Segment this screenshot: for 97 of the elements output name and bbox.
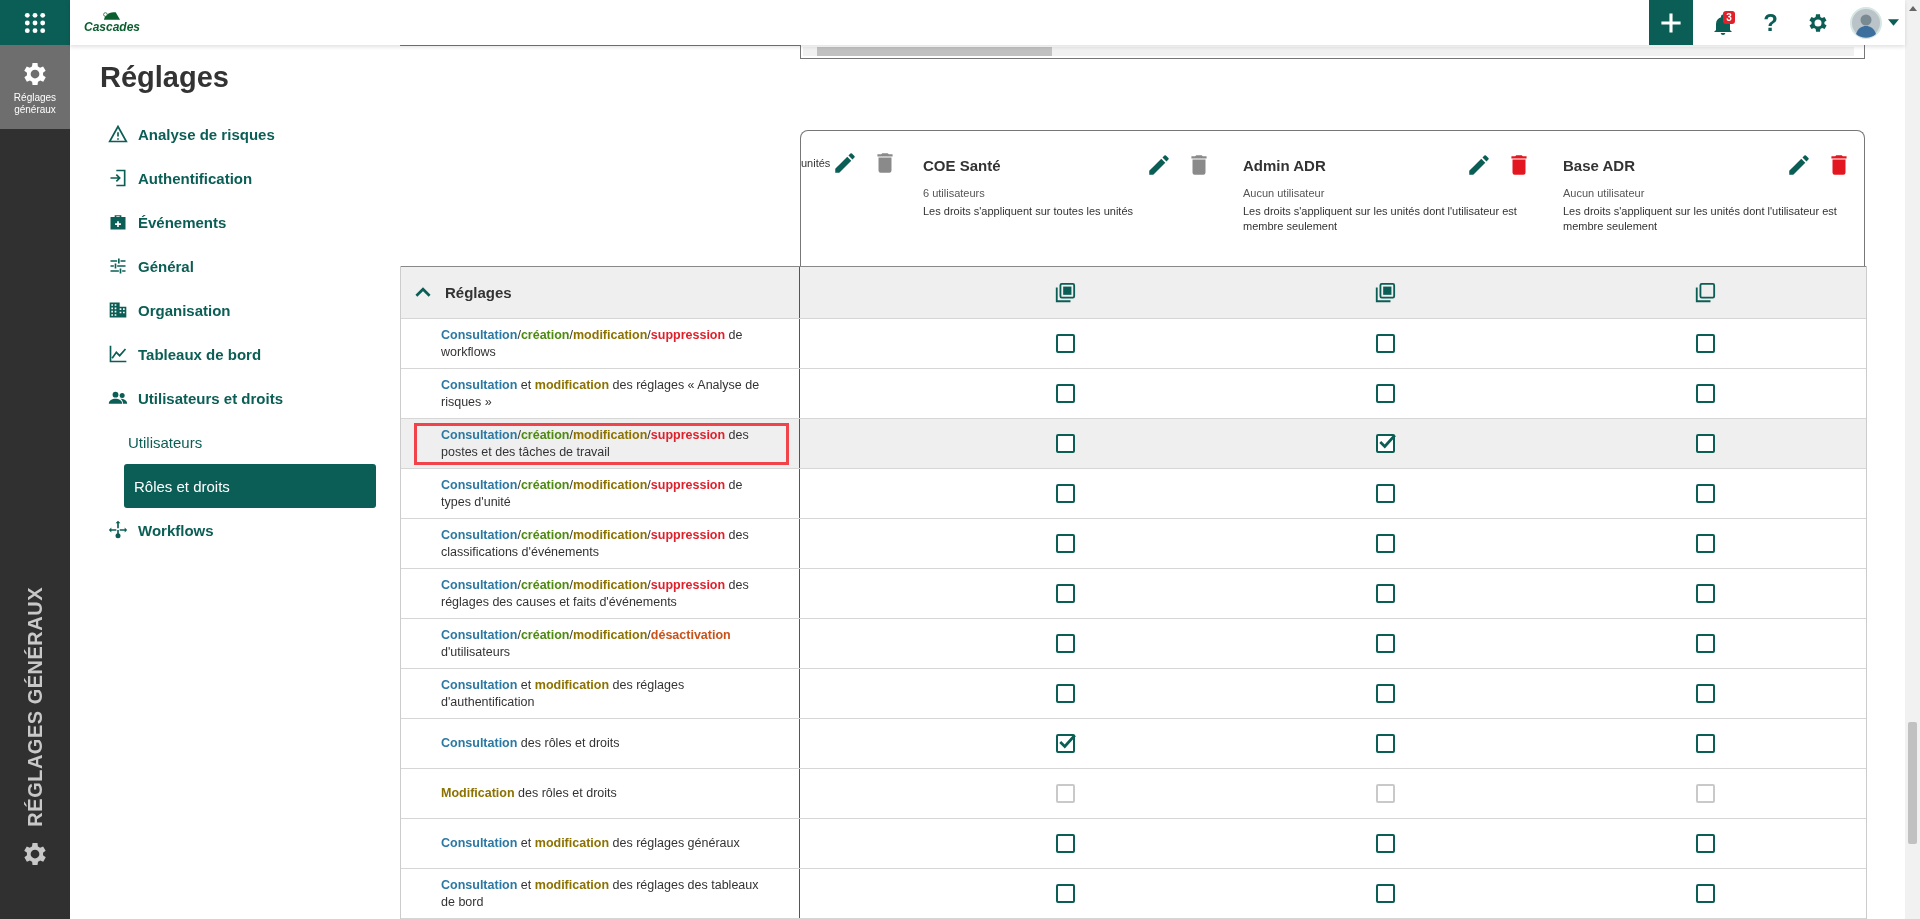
checkbox[interactable] xyxy=(1695,884,1715,903)
scrollbar-thumb[interactable] xyxy=(1908,722,1917,844)
app-grid-icon[interactable] xyxy=(24,11,46,34)
checkbox[interactable] xyxy=(1375,534,1395,553)
checkbox[interactable] xyxy=(1055,334,1075,353)
checkbox[interactable] xyxy=(1375,634,1395,653)
role-scope: Les droits s'appliquent sur les unités dont l'utilisateur est membre seulement xyxy=(1243,204,1518,234)
checkbox[interactable] xyxy=(1375,384,1395,403)
user-count: 6 utilisateurs xyxy=(923,187,986,199)
role-name: Base ADR xyxy=(1563,156,1635,174)
nav-item[interactable]: Workflows xyxy=(100,508,400,552)
nav-item[interactable]: Tableaux de bord xyxy=(100,332,400,376)
edit-icon[interactable] xyxy=(1466,152,1492,178)
checkbox[interactable] xyxy=(1695,534,1715,553)
permission-label: Consultation et modification des réglages d'authentification xyxy=(440,676,686,711)
permission-label: Consultation/création/modification/suppression des classifications d'événements xyxy=(440,526,750,561)
medkit-icon xyxy=(108,212,128,232)
nav-subitem[interactable]: Rôles et droits xyxy=(124,464,376,508)
checkbox[interactable] xyxy=(1055,584,1075,603)
checkbox[interactable] xyxy=(1375,684,1395,703)
checkbox[interactable] xyxy=(1375,484,1395,503)
checkbox[interactable] xyxy=(1055,884,1075,903)
user-count: Aucun utilisateur xyxy=(1563,187,1646,199)
checkbox[interactable] xyxy=(1695,584,1715,603)
rail-item[interactable]: Réglages généraux xyxy=(0,45,70,129)
warning-icon xyxy=(108,124,128,144)
permission-label: Modification des rôles et droits xyxy=(440,785,618,802)
edit-icon[interactable] xyxy=(1146,152,1172,178)
checkbox[interactable] xyxy=(1055,484,1075,503)
checkbox[interactable] xyxy=(1055,634,1075,653)
nav-item[interactable]: Événements xyxy=(100,200,400,244)
page-title: Réglages xyxy=(100,61,230,94)
permission-label: Consultation et modification des réglages des tableaux de bord xyxy=(440,876,760,911)
role-scope: Les droits s'appliquent sur les unités dont l'utilisateur est membre seulement xyxy=(1563,204,1838,234)
role-name: Admin ADR xyxy=(1243,156,1326,174)
permission-label: Consultation et modification des réglages généraux xyxy=(440,835,741,852)
permission-label: Consultation/création/modification/suppression des réglages des causes et faits d'événements xyxy=(440,576,750,611)
checkbox[interactable] xyxy=(1695,634,1715,653)
nav-item[interactable]: Analyse de risques xyxy=(100,112,400,156)
permission-label: Consultation/création/modification/suppression des postes et des tâches de travail xyxy=(414,422,789,465)
checkbox[interactable] xyxy=(1375,584,1395,603)
role-scope: unités xyxy=(801,156,831,171)
nav-item[interactable]: Authentification xyxy=(100,156,400,200)
checkbox[interactable] xyxy=(1375,434,1395,453)
checkbox[interactable] xyxy=(1695,484,1715,503)
add-button[interactable] xyxy=(1649,0,1694,45)
caret-icon[interactable] xyxy=(1888,19,1899,26)
checkbox[interactable] xyxy=(1055,684,1075,703)
section-title: RÉGLAGES GÉNÉRAUX xyxy=(23,587,47,827)
vertical-scrollbar[interactable] xyxy=(1905,0,1920,919)
select-all-icon[interactable] xyxy=(1054,281,1076,304)
nav-item[interactable]: Organisation xyxy=(100,288,400,332)
nav-item[interactable]: Général xyxy=(100,244,400,288)
logo-text[interactable]: Cascades xyxy=(84,21,141,34)
nav-subitem[interactable]: Utilisateurs xyxy=(100,420,376,464)
checkbox[interactable] xyxy=(1055,834,1075,853)
section-title: Réglages xyxy=(445,284,512,301)
user-count: Aucun utilisateur xyxy=(1243,187,1326,199)
logo-icon[interactable] xyxy=(101,11,123,21)
collapse-icon[interactable] xyxy=(415,287,431,298)
up-arrow-icon[interactable] xyxy=(1909,6,1917,11)
select-all-icon[interactable] xyxy=(1374,281,1396,304)
permission-label: Consultation/création/modification/désactivation d'utilisateurs xyxy=(440,626,732,661)
role-scope: Les droits s'appliquent sur toutes les unités xyxy=(923,204,1134,219)
sliders-icon xyxy=(108,256,128,276)
checkbox[interactable] xyxy=(1695,434,1715,453)
notification-badge: 3 xyxy=(1723,10,1735,24)
checkbox[interactable] xyxy=(1375,884,1395,903)
permission-label: Consultation/création/modification/suppression de types d'unité xyxy=(440,476,744,511)
checkbox[interactable] xyxy=(1055,384,1075,403)
help-button[interactable]: ? xyxy=(1763,8,1778,37)
checkbox[interactable] xyxy=(1375,834,1395,853)
checkbox[interactable] xyxy=(1055,534,1075,553)
horizontal-scrollbar[interactable] xyxy=(803,47,1854,56)
select-all-icon[interactable] xyxy=(1694,281,1716,304)
flow-icon xyxy=(108,520,128,540)
role-name: COE Santé xyxy=(923,156,1001,174)
checkbox[interactable] xyxy=(1695,334,1715,353)
chart-icon xyxy=(108,344,128,364)
checkbox[interactable] xyxy=(1375,334,1395,353)
checkbox[interactable] xyxy=(1055,434,1075,453)
plus-icon xyxy=(1659,10,1684,35)
permission-label: Consultation des rôles et droits xyxy=(440,735,621,752)
edit-icon[interactable] xyxy=(1786,152,1812,178)
permission-label: Consultation et modification des réglages « Analyse de risques » xyxy=(440,376,761,411)
edit-icon[interactable] xyxy=(832,150,858,176)
checkbox[interactable] xyxy=(1695,684,1715,703)
login-icon xyxy=(108,168,128,188)
checkbox[interactable] xyxy=(1695,734,1715,753)
nav-item[interactable]: Utilisateurs et droits xyxy=(100,376,400,420)
checkbox[interactable] xyxy=(1695,834,1715,853)
checkbox[interactable] xyxy=(1695,384,1715,403)
avatar[interactable] xyxy=(1850,6,1882,39)
checkbox[interactable] xyxy=(1375,734,1395,753)
permission-label: Consultation/création/modification/suppression de workflows xyxy=(440,326,744,361)
checkbox[interactable] xyxy=(1055,734,1075,753)
building-icon xyxy=(108,300,128,320)
